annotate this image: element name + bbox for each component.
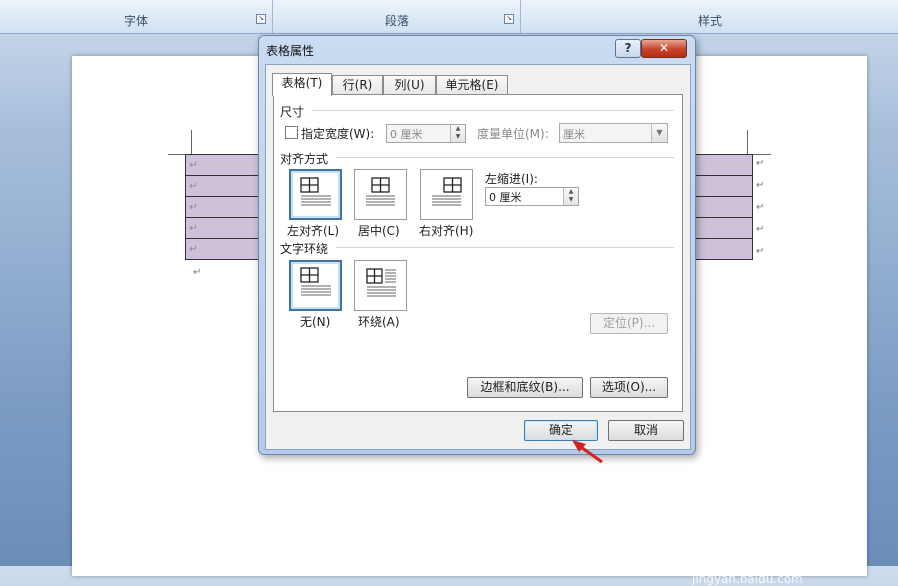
close-button[interactable]: ✕ — [641, 39, 687, 58]
tab-table[interactable]: 表格(T) — [272, 73, 332, 96]
spinner-arrows[interactable]: ▲ ▼ — [450, 125, 465, 142]
align-right-option[interactable] — [420, 169, 473, 220]
crop-mark-right — [747, 130, 748, 154]
preferred-width-checkbox[interactable] — [285, 126, 298, 139]
tab-column[interactable]: 列(U) — [383, 75, 436, 95]
table-properties-dialog: 表格属性 ? ✕ 表格(T) 行(R) 列(U) 单元格(E) 尺寸 指定宽度(… — [258, 35, 696, 455]
wrap-none-label: 无(N) — [300, 315, 331, 329]
table-cell[interactable] — [695, 196, 753, 218]
measure-unit-label: 度量单位(M): — [477, 127, 549, 141]
align-left-icon — [300, 177, 331, 206]
row-end-mark: ↵ — [756, 246, 765, 257]
preferred-width-value: 0 厘米 — [390, 128, 423, 141]
help-button[interactable]: ? — [615, 39, 641, 58]
tab-panel-table: 尺寸 指定宽度(W): 0 厘米 ▲▼ 度量单位(M): 厘米 ▼ 对齐方式 — [273, 94, 683, 412]
dialog-title: 表格属性 — [266, 44, 315, 58]
tab-cell[interactable]: 单元格(E) — [436, 75, 508, 95]
spin-up-icon[interactable]: ▲ — [451, 125, 465, 133]
position-button[interactable]: 定位(P)... — [590, 313, 668, 334]
wrap-none-option[interactable] — [289, 260, 342, 311]
row-end-mark: ↵ — [756, 224, 765, 235]
crop-mark-left — [191, 130, 192, 154]
ribbon-group-styles: 样式 — [522, 0, 898, 33]
preferred-width-label: 指定宽度(W): — [301, 127, 375, 141]
ribbon-group-paragraph-label: 段落 — [384, 14, 409, 28]
row-end-mark: ↵ — [756, 180, 765, 191]
tab-row[interactable]: 行(R) — [332, 75, 383, 95]
chevron-down-icon[interactable]: ▼ — [651, 124, 667, 142]
align-right-label: 右对齐(H) — [419, 224, 474, 238]
table-cell[interactable]: ↵ — [185, 217, 261, 239]
left-indent-value: 0 厘米 — [489, 191, 522, 204]
ribbon: 字体 ↘ 段落 ↘ 样式 — [0, 0, 898, 34]
ribbon-group-styles-label: 样式 — [697, 14, 722, 28]
dialog-titlebar[interactable]: 表格属性 ? ✕ — [259, 36, 695, 62]
left-indent-label: 左缩进(I): — [485, 172, 538, 186]
align-center-option[interactable] — [354, 169, 407, 220]
left-indent-spinner[interactable]: 0 厘米 ▲ ▼ — [485, 187, 579, 206]
divider — [336, 247, 674, 248]
measure-unit-value: 厘米 — [563, 128, 585, 141]
row-end-mark: ↵ — [756, 202, 765, 213]
table-cell[interactable]: ↵ — [185, 175, 261, 197]
align-center-icon — [366, 177, 395, 206]
wrap-none-icon — [300, 267, 331, 296]
table-cell[interactable] — [695, 175, 753, 197]
borders-shading-button[interactable]: 边框和底纹(B)... — [467, 377, 583, 398]
table-cell[interactable] — [695, 154, 753, 176]
ribbon-group-font: 字体 ↘ — [0, 0, 273, 33]
align-left-label: 左对齐(L) — [287, 224, 340, 238]
dialog-client: 表格(T) 行(R) 列(U) 单元格(E) 尺寸 指定宽度(W): 0 厘米 … — [265, 64, 691, 450]
watermark-url: jingyan.baidu.com — [692, 572, 803, 586]
wrap-around-label: 环绕(A) — [358, 315, 400, 329]
paragraph-dialog-launcher-icon[interactable]: ↘ — [504, 14, 514, 24]
divider — [336, 157, 674, 158]
pointer-arrow-icon — [572, 440, 603, 464]
font-dialog-launcher-icon[interactable]: ↘ — [256, 14, 266, 24]
section-size-heading: 尺寸 — [280, 105, 305, 119]
preferred-width-spinner[interactable]: 0 厘米 ▲ ▼ — [386, 124, 466, 143]
align-left-option[interactable] — [289, 169, 342, 220]
row-end-mark: ↵ — [756, 158, 765, 169]
wrap-around-icon — [366, 268, 396, 297]
spinner-arrows[interactable]: ▲ ▼ — [563, 188, 578, 205]
align-center-label: 居中(C) — [358, 224, 400, 238]
table-cell[interactable]: ↵ — [185, 154, 261, 176]
ribbon-group-paragraph: 段落 ↘ — [274, 0, 521, 33]
wrap-around-option[interactable] — [354, 260, 407, 311]
paragraph-mark: ↵ — [193, 267, 202, 278]
align-right-icon — [432, 177, 462, 206]
table-cell[interactable] — [695, 238, 753, 260]
ribbon-group-font-label: 字体 — [123, 14, 148, 28]
table-cell[interactable] — [695, 217, 753, 239]
watermark-brand: Baidu经验 — [690, 490, 831, 574]
baidu-jingyan-watermark: Baidu经验 jingyan.baidu.com — [690, 484, 860, 586]
table-cell[interactable]: ↵ — [185, 196, 261, 218]
spin-down-icon[interactable]: ▼ — [451, 133, 465, 141]
section-alignment-heading: 对齐方式 — [280, 152, 329, 166]
divider — [312, 110, 674, 111]
options-button[interactable]: 选项(O)... — [590, 377, 668, 398]
section-wrapping-heading: 文字环绕 — [280, 242, 329, 256]
cancel-button[interactable]: 取消 — [608, 420, 684, 441]
spin-up-icon[interactable]: ▲ — [564, 188, 578, 196]
spin-down-icon[interactable]: ▼ — [564, 196, 578, 204]
measure-unit-select[interactable]: 厘米 ▼ — [559, 123, 668, 143]
table-cell[interactable]: ↵ — [185, 238, 261, 260]
